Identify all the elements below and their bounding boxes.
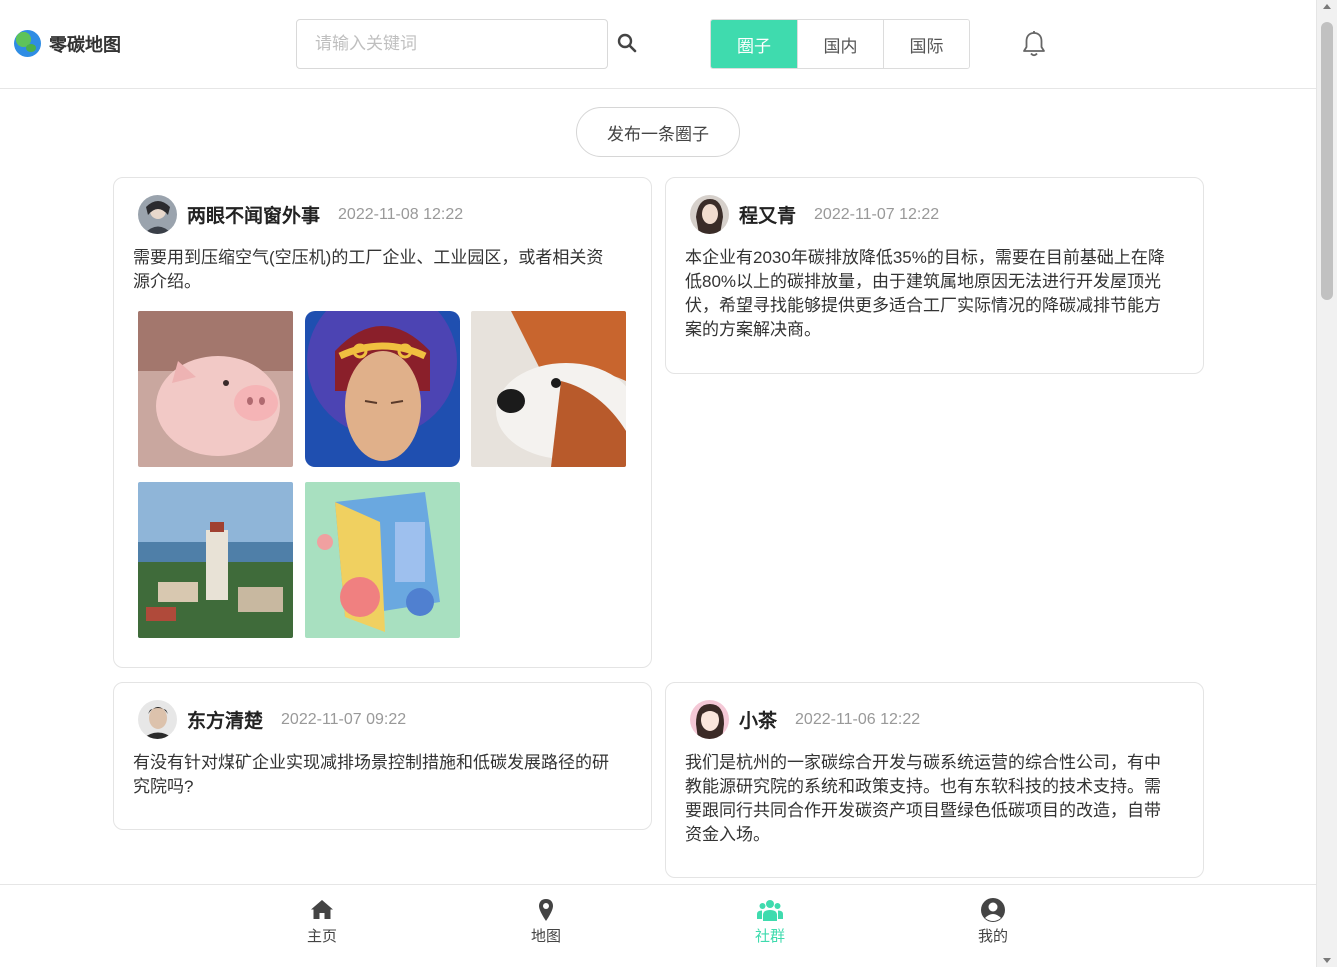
avatar[interactable]: [690, 700, 729, 739]
tab-domestic[interactable]: 国内: [797, 20, 883, 68]
post-header: 小茶 2022-11-06 12:22: [690, 700, 920, 739]
publish-post-button[interactable]: 发布一条圈子: [576, 107, 740, 157]
post-text-line: 要跟同行共同合作开发碳资产项目暨绿色低碳项目的改造，自带: [685, 801, 1161, 820]
post-text-line: 案的方案解决商。: [685, 320, 821, 339]
avatar[interactable]: [138, 700, 177, 739]
post-text-line: 伏，希望寻找能够提供更多适合工厂实际情况的降碳减排节能方: [685, 296, 1161, 315]
post-text-line: 资金入场。: [685, 825, 770, 844]
category-tabs: 圈子 国内 国际: [710, 19, 970, 69]
post-text-line: 低80%以上的碳排放量，由于建筑属地原因无法进行开发屋顶光: [685, 272, 1162, 291]
post-header: 两眼不闻窗外事 2022-11-08 12:22: [138, 195, 463, 234]
post-text-line: 教能源研究院的系统和政策支持。也有东软科技的技术支持。需: [685, 777, 1161, 796]
bell-icon[interactable]: [1021, 30, 1047, 58]
post-image-piglet[interactable]: [138, 311, 293, 467]
home-icon: [311, 900, 333, 919]
post-text-line: 有没有针对煤矿企业实现减排场景控制措施和低碳发展路径的研: [133, 753, 609, 772]
post-timestamp: 2022-11-06 12:22: [795, 710, 921, 728]
nav-profile-label: 我的: [977, 928, 1008, 945]
post-timestamp: 2022-11-08 12:22: [338, 205, 464, 223]
post-username[interactable]: 程又青: [739, 201, 796, 228]
nav-map[interactable]: 地图: [516, 897, 576, 946]
post-username[interactable]: 两眼不闻窗外事: [187, 201, 320, 228]
post-card[interactable]: 东方清楚 2022-11-07 09:22 有没有针对煤矿企业实现减排场景控制措…: [113, 682, 652, 830]
post-text-line: 究院吗?: [133, 777, 194, 796]
map-pin-icon: [539, 899, 553, 921]
post-image-illustration[interactable]: [305, 482, 460, 638]
post-content: 我们是杭州的一家碳综合开发与碳系统运营的综合性公司，有中 教能源研究院的系统和政…: [685, 751, 1161, 847]
tab-circle[interactable]: 圈子: [711, 20, 797, 68]
search-icon[interactable]: [617, 33, 637, 53]
scroll-thumb[interactable]: [1321, 22, 1333, 300]
nav-map-label: 地图: [530, 928, 561, 945]
tab-international[interactable]: 国际: [883, 20, 969, 68]
app-name: 零碳地图: [49, 34, 121, 55]
user-circle-icon: [981, 898, 1005, 922]
scroll-down-arrow-icon[interactable]: [1323, 958, 1331, 963]
post-content: 需要用到压缩空气(空压机)的工厂企业、工业园区，或者相关资 源介绍。: [133, 246, 603, 294]
post-content: 本企业有2030年碳排放降低35%的目标，需要在目前基础上在降 低80%以上的碳…: [685, 246, 1165, 342]
post-text-line: 我们是杭州的一家碳综合开发与碳系统运营的综合性公司，有中: [685, 753, 1161, 772]
post-card[interactable]: 小茶 2022-11-06 12:22 我们是杭州的一家碳综合开发与碳系统运营的…: [665, 682, 1204, 878]
post-image-city[interactable]: [138, 482, 293, 638]
globe-icon: [14, 30, 41, 57]
nav-home-label: 主页: [306, 928, 337, 945]
post-username[interactable]: 东方清楚: [187, 706, 263, 733]
post-timestamp: 2022-11-07 12:22: [814, 205, 940, 223]
post-timestamp: 2022-11-07 09:22: [281, 710, 407, 728]
nav-home[interactable]: 主页: [292, 897, 352, 946]
avatar[interactable]: [138, 195, 177, 234]
search-input[interactable]: [296, 19, 608, 69]
post-content: 有没有针对煤矿企业实现减排场景控制措施和低碳发展路径的研 究院吗?: [133, 751, 609, 799]
nav-community[interactable]: 社群: [740, 897, 800, 946]
post-header: 程又青 2022-11-07 12:22: [690, 195, 939, 234]
avatar[interactable]: [690, 195, 729, 234]
post-text-line: 源介绍。: [133, 272, 201, 291]
scroll-up-arrow-icon[interactable]: [1323, 4, 1331, 9]
nav-profile[interactable]: 我的: [963, 897, 1023, 946]
post-card[interactable]: 程又青 2022-11-07 12:22 本企业有2030年碳排放降低35%的目…: [665, 177, 1204, 374]
post-image-red-panda[interactable]: [471, 311, 626, 467]
post-image-painting[interactable]: [305, 311, 460, 467]
post-username[interactable]: 小茶: [739, 706, 777, 733]
top-header: 零碳地图 圈子 国内 国际: [0, 0, 1316, 89]
users-icon: [757, 900, 783, 921]
post-text-line: 本企业有2030年碳排放降低35%的目标，需要在目前基础上在降: [685, 248, 1165, 267]
post-card[interactable]: 两眼不闻窗外事 2022-11-08 12:22 需要用到压缩空气(空压机)的工…: [113, 177, 652, 668]
bottom-navigation: 主页 地图 社群 我的: [0, 884, 1316, 967]
nav-community-label: 社群: [754, 928, 785, 945]
app-logo[interactable]: 零碳地图: [14, 30, 121, 57]
post-header: 东方清楚 2022-11-07 09:22: [138, 700, 406, 739]
vertical-scrollbar[interactable]: [1316, 0, 1337, 967]
post-text-line: 需要用到压缩空气(空压机)的工厂企业、工业园区，或者相关资: [133, 248, 604, 267]
